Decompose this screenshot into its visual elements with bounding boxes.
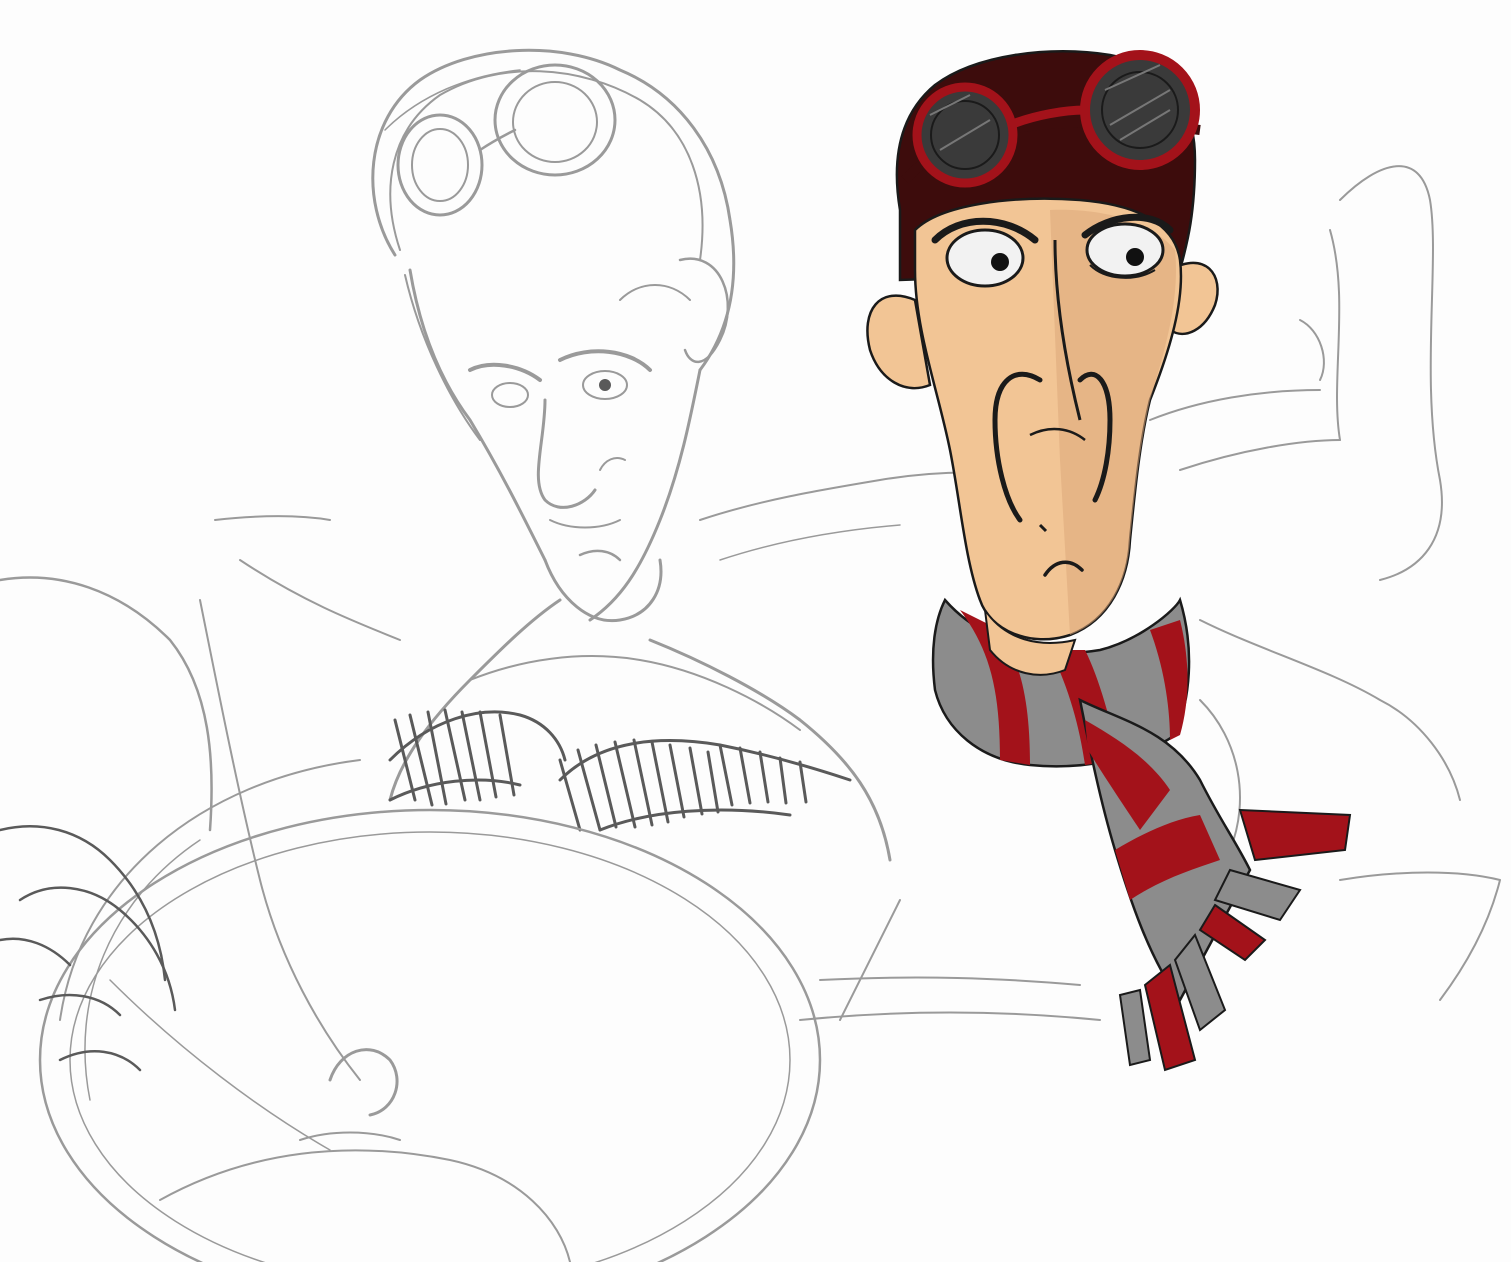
steering-wheel-sketch <box>0 576 822 1262</box>
character-sketch-artwork <box>0 48 1501 1262</box>
eye-left <box>945 228 1025 288</box>
sketch-face <box>468 284 691 509</box>
sketch-hands <box>388 708 852 832</box>
sketch-goggles <box>384 63 617 217</box>
sketch-body <box>214 471 1041 862</box>
striped-scarf <box>931 596 1352 1072</box>
colored-pilot-head <box>866 50 1352 1072</box>
sketch-canvas <box>0 0 1511 1262</box>
sketch-head <box>371 48 736 623</box>
pupil-left <box>991 253 1009 271</box>
pencil-sketch-pilot <box>0 48 1501 1262</box>
eye-right <box>1085 222 1165 278</box>
pupil-right <box>1126 248 1144 266</box>
sketch-left-glove <box>0 825 177 1072</box>
